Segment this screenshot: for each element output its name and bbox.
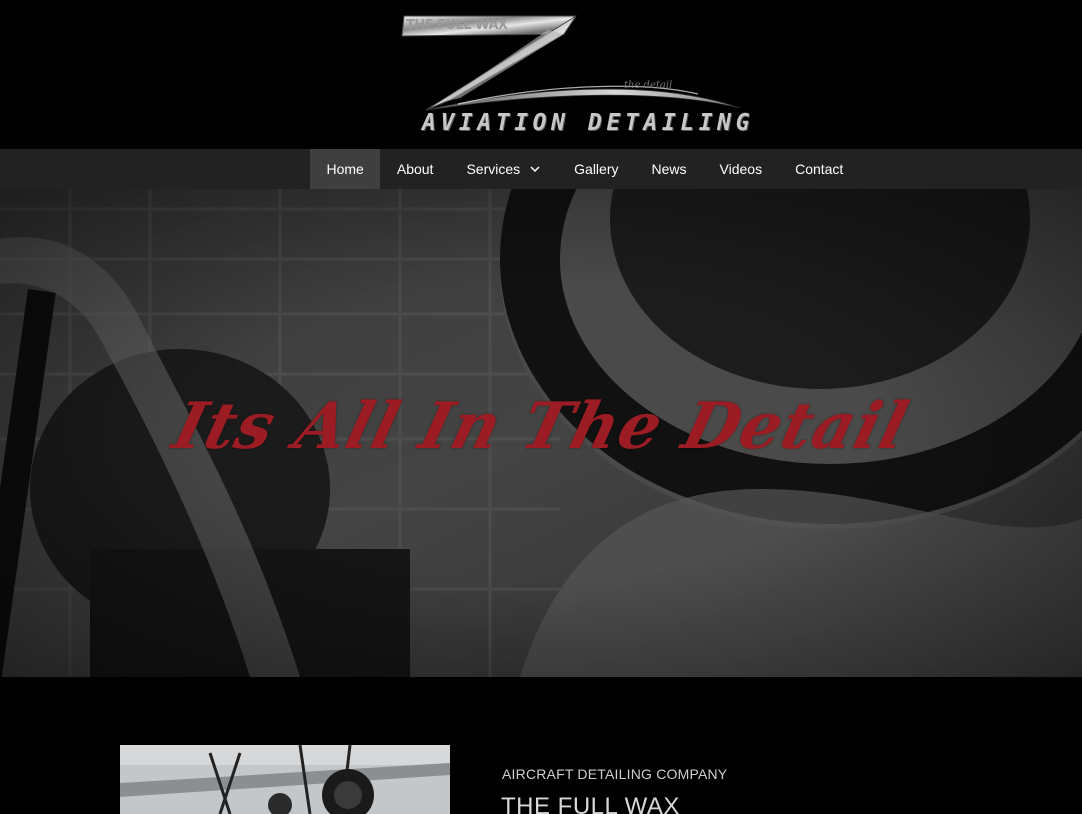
nav-item-label: Home xyxy=(326,161,364,177)
nav-item-contact[interactable]: Contact xyxy=(779,149,860,189)
nav-item-label: Videos xyxy=(719,161,763,177)
nav-item-gallery[interactable]: Gallery xyxy=(558,149,635,189)
nav-item-label: About xyxy=(396,161,434,177)
nav-item-home[interactable]: Home xyxy=(310,149,381,189)
biplane-photo xyxy=(120,745,450,814)
logo-script-text: the detail xyxy=(624,80,673,91)
chevron-down-icon[interactable] xyxy=(529,163,541,175)
nav-item-services[interactable]: Services xyxy=(450,149,558,189)
nav-item-news[interactable]: News xyxy=(635,149,703,189)
nav-item-about[interactable]: About xyxy=(380,149,450,189)
nav-item-videos[interactable]: Videos xyxy=(703,149,779,189)
site-logo[interactable]: THE FULL WAX the detail AVIATION DETAILI… xyxy=(398,12,749,140)
logo-tagline: THE FULL WAX xyxy=(406,18,508,33)
site-header: THE FULL WAX the detail AVIATION DETAILI… xyxy=(0,0,1082,149)
biplane-image xyxy=(120,745,450,814)
intro-section: AIRCRAFT DETAILING COMPANY THE FULL WAX xyxy=(0,677,1082,814)
hero-banner: Its All In The Detail xyxy=(0,189,1082,677)
intro-heading: THE FULL WAX xyxy=(501,793,680,814)
intro-kicker: AIRCRAFT DETAILING COMPANY xyxy=(502,766,728,782)
nav-item-label: News xyxy=(651,161,687,177)
hero-title: Its All In The Detail xyxy=(166,389,916,464)
nav-item-label: Contact xyxy=(795,161,844,177)
main-navigation: Home About Services Gallery News Videos … xyxy=(0,149,1082,189)
nav-item-label: Services xyxy=(466,161,521,177)
logo-wordmark: AVIATION DETAILING xyxy=(422,110,755,136)
nav-item-label: Gallery xyxy=(574,161,619,177)
